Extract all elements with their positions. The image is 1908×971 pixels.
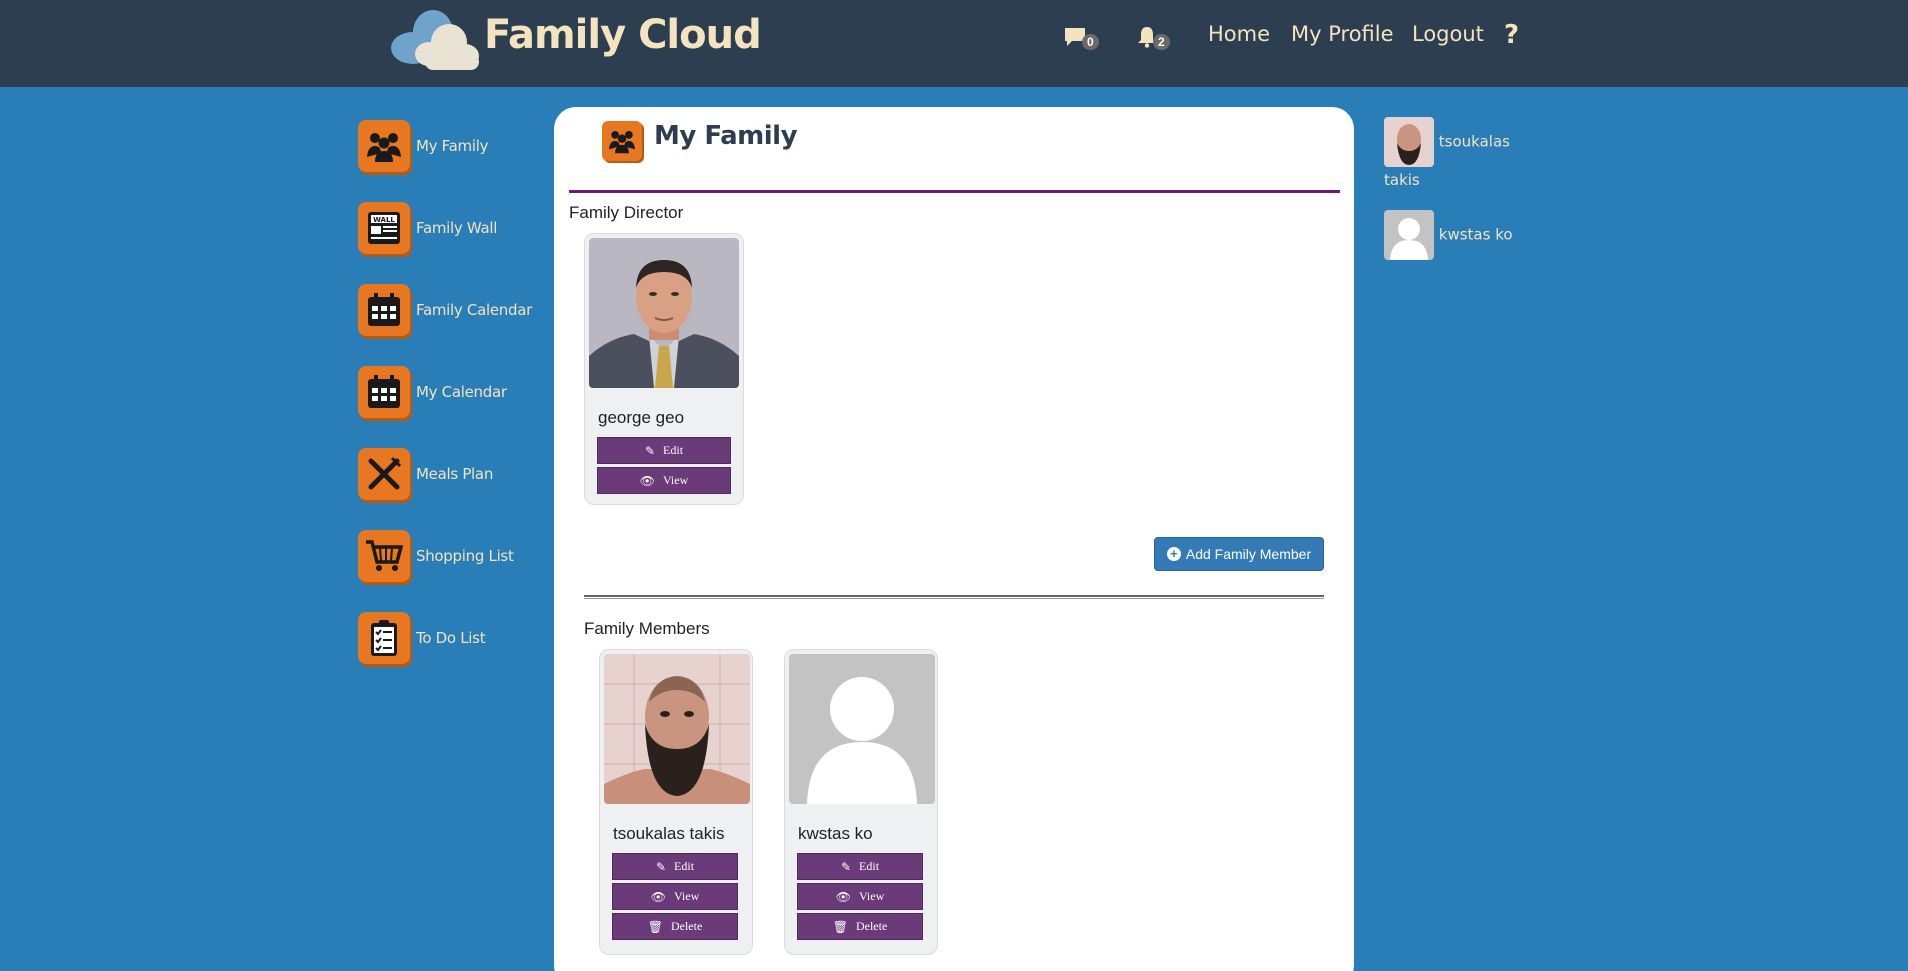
main-panel: My Family Family Director george geo ✎ Ed… — [554, 107, 1354, 971]
view-button[interactable]: 👁 View — [597, 467, 731, 494]
page-title: My Family — [654, 121, 798, 151]
button-label: Delete — [670, 919, 703, 933]
sidebar-item-label: Shopping List — [416, 547, 514, 565]
sidebar-item-label: To Do List — [416, 629, 486, 647]
calendar-icon — [358, 366, 410, 418]
edit-button[interactable]: ✎ Edit — [597, 437, 731, 464]
checklist-icon — [358, 612, 410, 664]
members-heading: Family Members — [584, 619, 710, 638]
notifications-button[interactable]: 2 — [1137, 24, 1170, 50]
member-name: tsoukalas takis — [613, 824, 725, 843]
button-label: Delete — [855, 919, 888, 933]
messages-badge: 0 — [1082, 34, 1099, 50]
nav-home[interactable]: Home — [1208, 22, 1270, 46]
avatar — [1384, 117, 1434, 167]
eye-icon: 👁 — [639, 473, 655, 488]
sidebar-item-label: Family Wall — [416, 219, 498, 237]
sidebar-item-family-calendar[interactable]: Family Calendar — [358, 284, 532, 336]
director-name: george geo — [598, 408, 685, 427]
trash-icon: 🗑 — [647, 919, 663, 934]
button-label: Edit — [859, 859, 880, 873]
sidebar-item-label: Family Calendar — [416, 301, 532, 319]
sidebar-item-label: Meals Plan — [416, 465, 494, 483]
view-button[interactable]: 👁 View — [612, 883, 738, 910]
director-heading: Family Director — [569, 203, 684, 222]
calendar-icon — [358, 284, 410, 336]
online-member-name: kwstas ko — [1438, 225, 1513, 244]
pencil-icon: ✎ — [840, 859, 852, 874]
director-photo — [589, 238, 739, 388]
online-member-first: tsoukalas — [1438, 132, 1510, 151]
member-card: tsoukalas takis ✎ Edit 👁 View 🗑 Delete — [599, 649, 753, 955]
notifications-badge: 2 — [1153, 34, 1170, 50]
delete-button[interactable]: 🗑 Delete — [797, 913, 923, 940]
button-label: Add Family Member — [1185, 546, 1312, 562]
sidebar-item-label: My Calendar — [416, 383, 507, 401]
eye-icon: 👁 — [835, 889, 851, 904]
messages-button[interactable]: 0 — [1064, 24, 1099, 50]
help-button[interactable]: ? — [1504, 20, 1519, 50]
nav-logout[interactable]: Logout — [1412, 22, 1484, 46]
pencil-icon: ✎ — [644, 443, 656, 458]
family-icon — [358, 120, 410, 172]
online-member-last: takis — [1384, 171, 1420, 189]
default-avatar — [1384, 210, 1434, 260]
cart-icon — [358, 530, 410, 582]
member-name: kwstas ko — [798, 824, 873, 843]
plus-circle-icon: + — [1166, 547, 1181, 561]
delete-button[interactable]: 🗑 Delete — [612, 913, 738, 940]
button-label: Edit — [663, 443, 684, 457]
button-label: View — [858, 889, 885, 903]
sidebar-item-to-do-list[interactable]: To Do List — [358, 612, 486, 664]
eye-icon: 👁 — [650, 889, 666, 904]
cloud-logo[interactable] — [385, 4, 485, 72]
sidebar-item-my-calendar[interactable]: My Calendar — [358, 366, 507, 418]
online-member-tsoukalas-takis[interactable]: tsoukalas takis — [1384, 117, 1510, 189]
member-photo — [604, 654, 750, 804]
nav-my-profile[interactable]: My Profile — [1291, 22, 1394, 46]
utensils-icon — [358, 448, 410, 500]
member-card: kwstas ko ✎ Edit 👁 View 🗑 Delete — [784, 649, 938, 955]
edit-button[interactable]: ✎ Edit — [797, 853, 923, 880]
family-icon — [602, 121, 642, 161]
wall-icon: WALL — [358, 202, 410, 254]
add-family-member-button[interactable]: + Add Family Member — [1154, 537, 1324, 571]
director-card: george geo ✎ Edit 👁 View — [584, 233, 744, 505]
title-divider — [569, 190, 1340, 193]
edit-button[interactable]: ✎ Edit — [612, 853, 738, 880]
sidebar-item-family-wall[interactable]: WALL Family Wall — [358, 202, 497, 254]
button-label: View — [662, 473, 689, 487]
trash-icon: 🗑 — [832, 919, 848, 934]
button-label: Edit — [674, 859, 695, 873]
button-label: View — [673, 889, 700, 903]
section-divider — [584, 595, 1324, 599]
view-button[interactable]: 👁 View — [797, 883, 923, 910]
top-navbar: Family Cloud 0 2 Home My Profile Logout … — [0, 0, 1908, 87]
sidebar-item-my-family[interactable]: My Family — [358, 120, 488, 172]
sidebar-item-shopping-list[interactable]: Shopping List — [358, 530, 514, 582]
svg-text:WALL: WALL — [373, 216, 395, 224]
pencil-icon: ✎ — [655, 859, 667, 874]
sidebar-item-label: My Family — [416, 137, 489, 155]
default-avatar — [789, 654, 935, 804]
sidebar-item-meals-plan[interactable]: Meals Plan — [358, 448, 493, 500]
brand-title[interactable]: Family Cloud — [484, 12, 762, 58]
online-member-kwstas-ko[interactable]: kwstas ko — [1384, 210, 1513, 260]
